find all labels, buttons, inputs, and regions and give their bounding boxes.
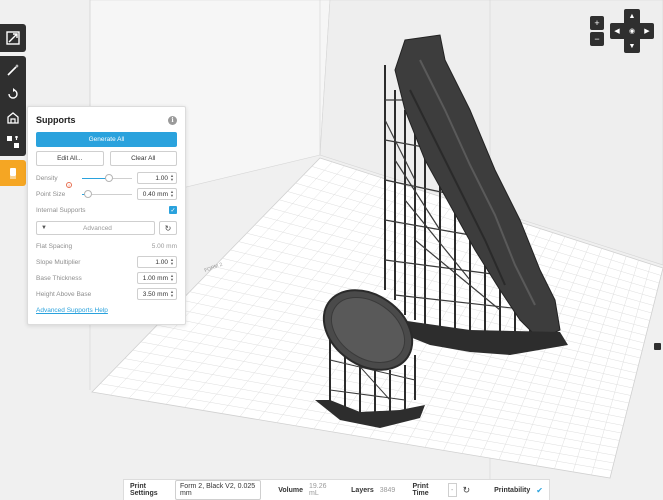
stepper-arrows-icon[interactable]: ▲ ▼ (170, 258, 174, 266)
point-size-slider-knob[interactable] (84, 190, 93, 198)
density-slider[interactable] (82, 174, 132, 182)
left-toolbar (0, 24, 26, 186)
pan-up-icon[interactable]: ▲ (624, 9, 640, 23)
reset-icon[interactable]: ↻ (159, 221, 177, 235)
flat-spacing-value: 5.00 mm (151, 242, 177, 250)
height-above-base-value: 3.50 mm (142, 290, 168, 298)
zoom-out-icon[interactable]: − (590, 32, 604, 46)
advanced-label: Advanced (83, 224, 112, 232)
point-size-label: Point Size (36, 190, 66, 198)
internal-supports-label: Internal Supports (36, 206, 86, 214)
supports-icon[interactable] (0, 160, 26, 186)
density-label: Density (36, 174, 58, 182)
advanced-toggle[interactable]: ▼ Advanced (36, 221, 155, 235)
advanced-supports-help-link[interactable]: Advanced Supports Help (36, 307, 177, 314)
slope-multiplier-label: Slope Multiplier (36, 258, 81, 266)
eye-icon[interactable]: ◉ (624, 23, 640, 39)
orient-icon[interactable] (0, 106, 26, 130)
print-time-value: - (447, 483, 457, 497)
internal-supports-checkbox[interactable]: ✓ (169, 206, 177, 214)
generate-all-button[interactable]: Generate All (36, 132, 177, 147)
print-time-label: Print Time (412, 483, 429, 497)
base-thickness-value: 1.00 mm (142, 274, 168, 282)
zoom-in-icon[interactable]: + (590, 16, 604, 30)
status-bar: Print Settings Form 2, Black V2, 0.025 m… (123, 479, 550, 500)
clear-all-button[interactable]: Clear All (109, 151, 177, 166)
rotate-icon[interactable] (0, 82, 26, 106)
point-size-input[interactable]: 0.40 mm ▲ ▼ (137, 188, 177, 200)
base-thickness-input[interactable]: 1.00 mm ▲ ▼ (137, 272, 177, 284)
refresh-icon[interactable]: ↻ (463, 485, 471, 496)
printability-label: Printability (494, 486, 531, 494)
stepper-arrows-icon[interactable]: ▲ ▼ (170, 174, 174, 182)
stepper-arrows-icon[interactable]: ▲ ▼ (170, 274, 174, 282)
layers-value: 3849 (379, 486, 396, 494)
volume-value: 19.26 mL (308, 483, 327, 497)
density-slider-knob[interactable] (105, 174, 114, 182)
height-above-base-label: Height Above Base (36, 290, 92, 298)
slope-multiplier-input[interactable]: 1.00 ▲ ▼ (137, 256, 177, 268)
density-value: 1.00 (155, 174, 168, 182)
layers-label: Layers (351, 486, 374, 494)
magic-wand-icon[interactable] (0, 58, 26, 82)
stepper-arrows-icon[interactable]: ▲ ▼ (170, 290, 174, 298)
edit-tool-group (0, 56, 26, 156)
resize-handle[interactable] (654, 343, 661, 350)
point-size-slider[interactable] (82, 190, 132, 198)
supports-panel: Supports i Generate All Edit All... Clea… (27, 106, 186, 325)
edit-all-button[interactable]: Edit All... (36, 151, 104, 166)
height-above-base-input[interactable]: 3.50 mm ▲ ▼ (137, 288, 177, 300)
info-icon[interactable]: i (168, 115, 177, 125)
density-input[interactable]: 1.00 ▲ ▼ (137, 172, 177, 184)
volume-label: Volume (278, 486, 303, 494)
stepper-arrows-icon[interactable]: ▲ ▼ (170, 190, 174, 198)
print-settings-button[interactable]: Form 2, Black V2, 0.025 mm (175, 480, 262, 500)
point-size-value: 0.40 mm (142, 190, 168, 198)
print-settings-label: Print Settings (130, 483, 158, 497)
printability-check-icon[interactable]: ✔ (536, 486, 543, 495)
flat-spacing-label: Flat Spacing (36, 242, 73, 250)
view-tool-group (0, 24, 26, 52)
base-thickness-label: Base Thickness (36, 274, 82, 282)
pan-left-icon[interactable]: ◀ (610, 23, 624, 39)
orbit-pad: ▲ ◀ ◉ ▶ ▼ (610, 9, 654, 53)
pan-down-icon[interactable]: ▼ (624, 39, 640, 53)
caret-down-icon: ▼ (41, 225, 47, 231)
expand-icon[interactable] (0, 26, 26, 50)
pan-right-icon[interactable]: ▶ (640, 23, 654, 39)
panel-title: Supports (36, 115, 76, 125)
layout-icon[interactable] (0, 130, 26, 154)
slope-multiplier-value: 1.00 (155, 258, 168, 266)
